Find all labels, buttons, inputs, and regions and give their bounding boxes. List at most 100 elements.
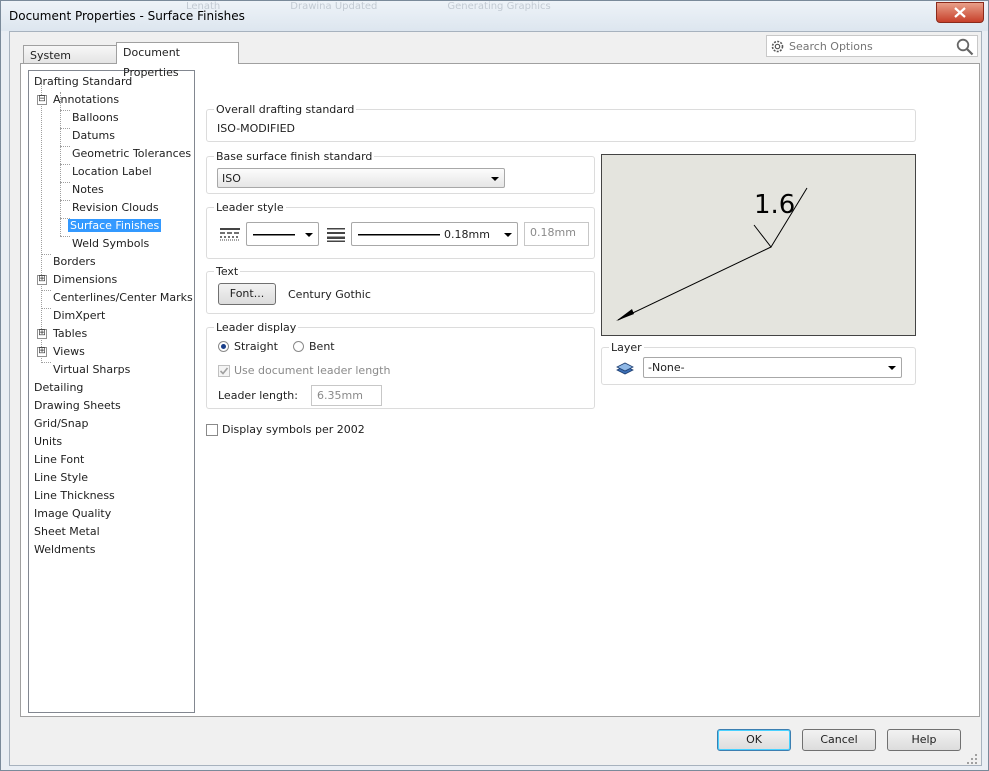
- thickness-value: 0.18mm: [444, 228, 490, 241]
- help-button[interactable]: Help: [887, 729, 961, 751]
- leader-thickness-dropdown[interactable]: 0.18mm: [351, 222, 518, 246]
- layer-dropdown[interactable]: -None-: [643, 357, 902, 378]
- leader-style-group: Leader style 0.18mm 0.18mm: [206, 201, 595, 259]
- tree-guide-line: [60, 110, 70, 111]
- tree-item-label: Annotations: [53, 93, 120, 106]
- tree-item-line-thickness[interactable]: Line Thickness: [32, 487, 117, 505]
- search-options-box[interactable]: [766, 35, 978, 57]
- tree-item-label: Centerlines/Center Marks: [53, 291, 193, 304]
- use-doc-length-label: Use document leader length: [234, 364, 391, 377]
- surface-finish-symbol-preview: 1.6: [616, 187, 808, 321]
- tree-item-label: Line Font: [34, 453, 85, 466]
- tree-item-notes[interactable]: Notes: [70, 181, 106, 199]
- tree-item-label: Weldments: [34, 543, 96, 556]
- leader-length-field[interactable]: 6.35mm: [311, 385, 382, 406]
- tree-item-image-quality[interactable]: Image Quality: [32, 505, 113, 523]
- tree-item-tables[interactable]: Tables: [51, 325, 89, 343]
- tree-item-geometric-tolerances[interactable]: Geometric Tolerances: [70, 145, 193, 163]
- tree-item-dimxpert[interactable]: DimXpert: [51, 307, 107, 325]
- custom-thickness-field[interactable]: 0.18mm: [524, 222, 589, 246]
- tree-item-borders[interactable]: Borders: [51, 253, 98, 271]
- ghost-tab: Generating Graphics: [447, 1, 551, 12]
- tree-item-weldments[interactable]: Weldments: [32, 541, 98, 559]
- layers-icon: [616, 362, 634, 375]
- expand-toggle[interactable]: ⊞: [37, 329, 47, 339]
- line-thickness-icon: [327, 228, 345, 242]
- bent-radio[interactable]: [293, 341, 304, 352]
- overall-standard-value: ISO-MODIFIED: [217, 122, 296, 135]
- checkmark-icon: [219, 367, 229, 375]
- tree-item-drawing-sheets[interactable]: Drawing Sheets: [32, 397, 123, 415]
- close-button[interactable]: [936, 2, 984, 23]
- tab-system-options[interactable]: System Options: [23, 45, 117, 82]
- bent-label[interactable]: Bent: [309, 340, 335, 353]
- search-input[interactable]: [787, 38, 951, 55]
- options-tree[interactable]: Drafting Standard ⊟ Annotations Balloons…: [28, 70, 195, 713]
- tree-item-drafting-standard[interactable]: Drafting Standard: [32, 73, 134, 91]
- tree-item-label: Image Quality: [34, 507, 112, 520]
- line-style-icon: [220, 228, 240, 241]
- tree-item-label: Notes: [72, 183, 104, 196]
- tab-document-properties[interactable]: Document Properties: [116, 42, 239, 79]
- tree-item-line-style[interactable]: Line Style: [32, 469, 90, 487]
- tree-guide-line: [41, 254, 51, 255]
- expand-toggle[interactable]: ⊞: [37, 347, 47, 357]
- dialog-client: System Options Document Properties: [9, 31, 982, 766]
- straight-radio[interactable]: [218, 341, 229, 352]
- group-caption: Layer: [609, 341, 644, 354]
- tree-item-label: Datums: [72, 129, 115, 142]
- display-symbols-checkbox[interactable]: [206, 424, 218, 436]
- dropdown-value: -None-: [648, 361, 685, 374]
- tree-guide-line: [60, 182, 70, 183]
- base-standard-dropdown[interactable]: ISO: [217, 168, 505, 188]
- font-name: Century Gothic: [288, 288, 371, 301]
- surface-finish-preview: 1.6: [601, 154, 916, 336]
- chevron-down-icon: [504, 233, 512, 237]
- tree-item-location-label[interactable]: Location Label: [70, 163, 154, 181]
- tree-item-label: Location Label: [72, 165, 152, 178]
- tree-item-label: Line Style: [34, 471, 89, 484]
- resize-grip-icon[interactable]: [966, 753, 978, 765]
- tree-guide-line: [60, 164, 70, 165]
- title-bar[interactable]: Lenath Drawina Updated Generating Graphi…: [1, 1, 988, 31]
- tree-item-label: Dimensions: [53, 273, 118, 286]
- expand-toggle[interactable]: ⊞: [37, 275, 47, 285]
- collapse-toggle[interactable]: ⊟: [37, 95, 47, 105]
- window-title: Document Properties - Surface Finishes: [9, 9, 245, 23]
- cancel-button[interactable]: Cancel: [802, 729, 876, 751]
- chevron-down-icon: [491, 177, 499, 181]
- tree-item-datums[interactable]: Datums: [70, 127, 117, 145]
- tree-item-balloons[interactable]: Balloons: [70, 109, 121, 127]
- tree-item-label: Borders: [53, 255, 96, 268]
- straight-label[interactable]: Straight: [234, 340, 278, 353]
- tree-item-surface-finishes[interactable]: Surface Finishes: [68, 217, 162, 235]
- tree-item-grid-snap[interactable]: Grid/Snap: [32, 415, 90, 433]
- tree-item-annotations[interactable]: Annotations: [51, 91, 121, 109]
- dropdown-value: ISO: [222, 172, 241, 185]
- tree-item-dimensions[interactable]: Dimensions: [51, 271, 119, 289]
- tree-item-sheet-metal[interactable]: Sheet Metal: [32, 523, 102, 541]
- chevron-down-icon: [888, 366, 896, 370]
- tree-item-label: Drafting Standard: [34, 75, 133, 88]
- tree-item-label: Surface Finishes: [68, 219, 162, 232]
- tree-item-detailing[interactable]: Detailing: [32, 379, 85, 397]
- tree-item-weld-symbols[interactable]: Weld Symbols: [70, 235, 151, 253]
- tree-item-label: Tables: [53, 327, 88, 340]
- tree-item-centerlines[interactable]: Centerlines/Center Marks: [51, 289, 195, 307]
- tree-guide-line: [60, 128, 70, 129]
- tree-item-revision-clouds[interactable]: Revision Clouds: [70, 199, 161, 217]
- tree-item-virtual-sharps[interactable]: Virtual Sharps: [51, 361, 132, 379]
- font-button[interactable]: Font...: [218, 283, 276, 305]
- tree-item-label: Revision Clouds: [72, 201, 159, 214]
- tree-item-line-font[interactable]: Line Font: [32, 451, 86, 469]
- dialog-window: Lenath Drawina Updated Generating Graphi…: [0, 0, 989, 771]
- base-surface-finish-group: Base surface finish standard ISO: [206, 150, 595, 194]
- tree-item-views[interactable]: Views: [51, 343, 87, 361]
- use-doc-length-checkbox[interactable]: [218, 365, 230, 377]
- ok-button[interactable]: OK: [717, 729, 791, 751]
- tree-item-units[interactable]: Units: [32, 433, 64, 451]
- leader-line-style-dropdown[interactable]: [246, 222, 319, 246]
- search-icon[interactable]: [956, 38, 974, 56]
- group-caption: Base surface finish standard: [214, 150, 375, 163]
- display-symbols-label[interactable]: Display symbols per 2002: [222, 423, 365, 436]
